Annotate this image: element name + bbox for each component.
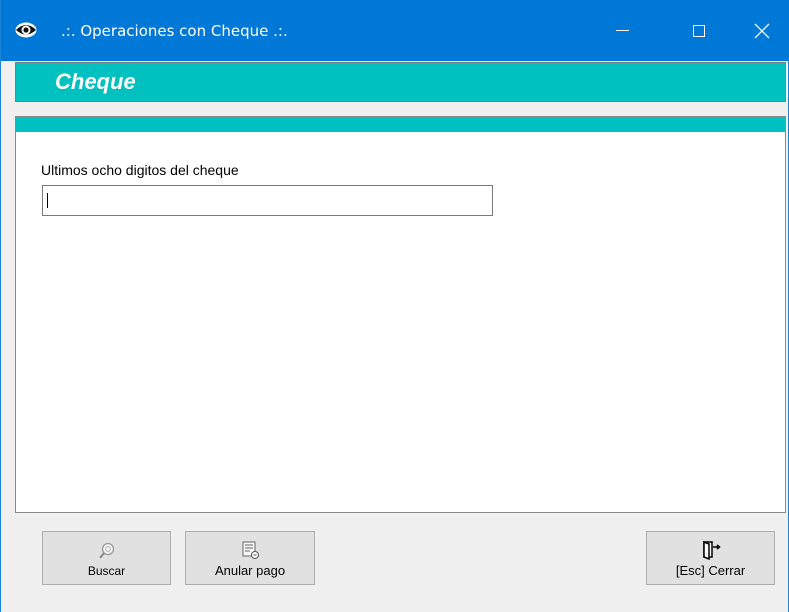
section-title: Cheque bbox=[55, 69, 136, 94]
minimize-icon bbox=[615, 30, 629, 31]
cheque-digits-label: Ultimos ocho digitos del cheque bbox=[41, 162, 239, 178]
form-panel: Ultimos ocho digitos del cheque bbox=[15, 116, 786, 513]
search-icon bbox=[98, 542, 114, 559]
cheque-digits-input[interactable] bbox=[42, 185, 493, 216]
close-window-label: [Esc] Cerrar bbox=[675, 563, 746, 578]
maximize-icon bbox=[693, 24, 705, 37]
panel-accent-strip bbox=[16, 117, 785, 132]
cancel-payment-button[interactable]: Anular pago bbox=[185, 531, 315, 585]
title-bar[interactable]: .:. Operaciones con Cheque .:. bbox=[1, 0, 789, 61]
window-title: .:. Operaciones con Cheque .:. bbox=[61, 22, 288, 40]
cancel-payment-label: Anular pago bbox=[214, 563, 286, 578]
search-button-label: Buscar bbox=[87, 564, 126, 578]
search-button[interactable]: Buscar bbox=[42, 531, 171, 585]
maximize-button[interactable] bbox=[664, 0, 734, 61]
close-button[interactable] bbox=[733, 0, 789, 61]
section-header: Cheque bbox=[15, 62, 786, 102]
exit-door-icon bbox=[702, 540, 721, 560]
eye-icon[interactable] bbox=[15, 22, 37, 38]
document-cancel-icon bbox=[242, 541, 259, 559]
text-caret bbox=[47, 193, 48, 208]
close-window-button[interactable]: [Esc] Cerrar bbox=[646, 531, 775, 585]
main-window: .:. Operaciones con Cheque .:. Cheque Ul… bbox=[0, 0, 789, 612]
close-icon bbox=[754, 23, 769, 38]
minimize-button[interactable] bbox=[587, 0, 657, 61]
